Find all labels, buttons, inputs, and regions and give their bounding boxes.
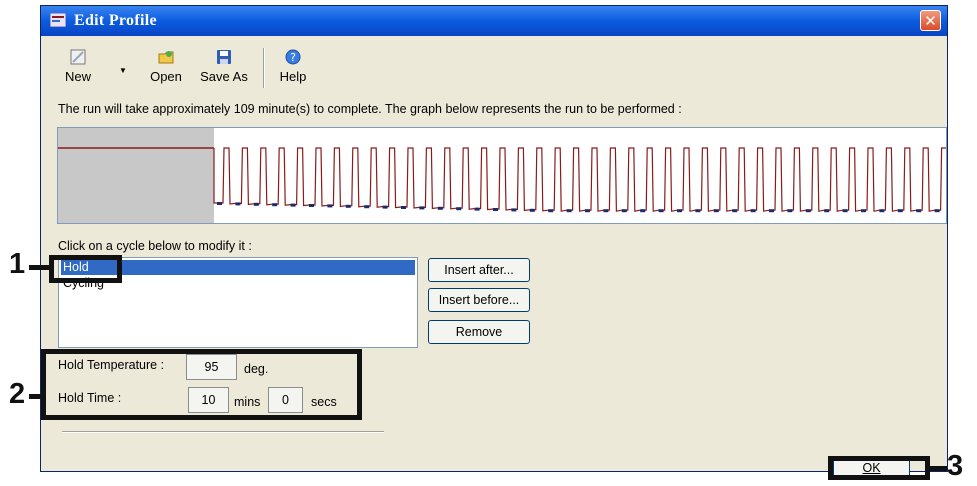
acquisition-marker [235,202,241,206]
profile-plot [58,128,946,223]
acquisition-marker [437,206,443,210]
acquisition-marker [474,207,480,211]
acquisition-marker [713,209,719,213]
run-profile-graph [57,127,947,224]
acquisition-marker [566,209,572,213]
callout-3-number: 3 [947,450,964,482]
acquisition-marker [217,202,222,205]
toolbar-separator [263,48,265,88]
acquisition-marker [603,209,609,213]
acquisition-marker [382,205,388,209]
acquisition-marker [401,206,406,209]
acquisition-marker [529,208,535,212]
acquisition-marker [253,202,259,206]
cycling-stage-line [213,147,946,212]
insert-after-button[interactable]: Insert after... [428,258,530,282]
acquisition-marker [272,203,278,207]
callout-1-line [29,265,51,270]
acquisition-marker [695,209,701,213]
run-duration-text: The run will take approximately 109 minu… [58,102,682,116]
acquisition-marker [861,209,866,213]
acquisition-marker [327,204,333,208]
window-title: Edit Profile [74,12,157,29]
acquisition-marker [842,209,848,213]
chevron-down-icon[interactable]: ▼ [119,66,127,75]
toolbar: New ▼ Open Save As ? Help [53,44,333,92]
callout-3-line [929,466,947,471]
acquisition-marker [677,209,682,213]
acquisition-marker [640,209,646,213]
help-icon: ? [285,49,301,65]
cycle-prompt: Click on a cycle below to modify it : [58,239,252,253]
acquisition-marker [309,204,314,207]
new-button[interactable]: New [53,44,103,92]
save-icon [217,50,231,64]
insert-before-button[interactable]: Insert before... [428,288,530,312]
acquisition-marker [769,209,774,213]
acquisition-marker [585,209,590,213]
new-icon [70,49,86,65]
acquisition-marker [750,209,756,213]
close-button[interactable]: ✕ [920,10,941,31]
acquisition-marker [934,209,940,213]
callout-2-box [41,349,362,420]
new-label: New [64,69,91,84]
acquisition-marker [345,204,351,208]
acquisition-marker [658,209,664,213]
acquisition-marker [493,208,498,211]
callout-3-box [828,456,930,480]
save-as-button[interactable]: Save As [194,44,254,92]
open-button[interactable]: Open [141,44,191,92]
save-as-label: Save As [200,69,248,84]
hold-stage-region [58,128,214,223]
acquisition-marker [805,209,811,213]
open-label: Open [150,69,182,84]
acquisition-marker [879,209,885,213]
acquisition-marker [732,209,738,213]
acquisition-marker [364,205,370,209]
acquisition-marker [511,208,517,212]
acquisition-marker [621,209,627,213]
acquisition-marker [419,206,425,210]
acquisition-marker [290,203,296,207]
callout-1-box [49,255,122,283]
acquisition-marker [787,209,793,213]
help-label: Help [279,69,307,84]
app-icon [50,13,66,27]
acquisition-marker [916,209,922,213]
callout-1-number: 1 [9,248,26,280]
group-divider [62,431,384,433]
acquisition-marker [824,209,830,213]
remove-button[interactable]: Remove [428,320,530,344]
svg-text:?: ? [290,51,296,64]
callout-2-number: 2 [9,378,26,410]
acquisition-marker [456,207,462,211]
title-bar[interactable]: Edit Profile ✕ [41,6,947,36]
acquisition-marker [548,209,554,213]
open-icon [158,51,174,64]
help-button[interactable]: ? Help [271,44,315,92]
close-icon: ✕ [924,12,937,30]
acquisition-marker [897,209,903,213]
